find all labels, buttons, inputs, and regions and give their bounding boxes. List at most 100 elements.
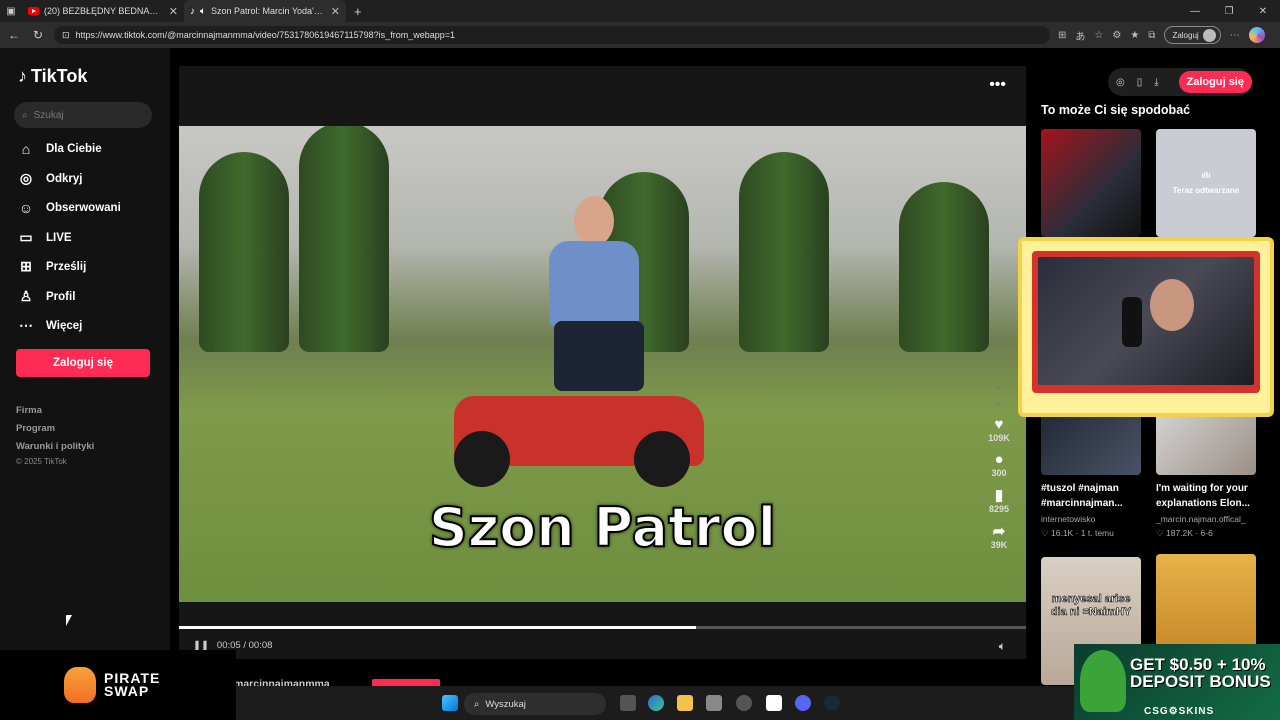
chevron-up-icon[interactable]: ⌃ [982, 386, 1016, 397]
tiktok-sidebar: ♪ TikTok ⌕ Szukaj ⌂ Dla Ciebie ◎ Odkryj … [0, 48, 170, 650]
app-icon[interactable] [736, 695, 752, 711]
speaker-icon[interactable]: 🔈︎ [200, 6, 206, 17]
video-card-caption[interactable]: #tuszol #najman #marcinnajman... [1041, 481, 1149, 511]
close-icon[interactable]: ✕ [331, 5, 340, 18]
footer-link-terms[interactable]: Warunki i polityki [16, 441, 94, 452]
webcam-frame [1032, 251, 1260, 393]
tiktok-icon: ♪ [190, 5, 195, 17]
recommended-video-thumbnail[interactable] [1041, 129, 1141, 237]
close-icon[interactable]: ✕ [169, 5, 178, 18]
upload-icon: ⊞ [20, 258, 32, 274]
lawn-mower [444, 196, 704, 496]
video-card-author[interactable]: internetowisko [1041, 514, 1151, 524]
pirateswap-text: PIRATE SWAP [104, 671, 160, 699]
favorites-icon[interactable]: ★ [1130, 30, 1139, 41]
footer-link-company[interactable]: Firma [16, 405, 42, 416]
wheel [634, 431, 690, 487]
edge-icon[interactable] [648, 695, 664, 711]
windows-start-icon[interactable] [442, 695, 458, 711]
tree [739, 152, 829, 352]
footer-link-program[interactable]: Program [16, 423, 55, 434]
save-count: 8295 [988, 504, 1010, 514]
now-playing-thumbnail[interactable]: ıllı Teraz odtwarzane [1156, 129, 1256, 237]
capcut-icon[interactable] [766, 695, 782, 711]
explore-icon[interactable]: ◎ [1116, 77, 1125, 88]
store-icon[interactable] [706, 695, 722, 711]
discord-icon[interactable] [795, 695, 811, 711]
minimize-icon[interactable]: — [1178, 6, 1212, 17]
bookmark-icon[interactable]: ▮ [982, 486, 1016, 504]
extensions-icon[interactable]: ⚙ [1112, 30, 1121, 41]
now-playing-label: Teraz odtwarzane [1172, 186, 1240, 195]
collections-icon[interactable]: ⧉ [1148, 30, 1155, 41]
copilot-icon[interactable] [1248, 27, 1265, 43]
refresh-icon[interactable]: ↻ [30, 28, 46, 42]
mascot-icon [1080, 650, 1126, 712]
sidebar-item-label: Obserwowani [46, 202, 121, 214]
shirt [549, 241, 639, 326]
video-frame[interactable]: Szon Patrol [179, 126, 1026, 602]
taskbar-search-placeholder: Wyszukaj [485, 698, 526, 710]
sidebar-item-more[interactable]: ⋯ Więcej [18, 317, 82, 334]
sidebar-item-label: Dla Ciebie [46, 143, 102, 155]
tree [199, 152, 289, 352]
video-player[interactable]: ••• Szon Patrol ⌃ ⌄ ♥ 109K ● 300 ▮ 8295 … [179, 66, 1026, 659]
chevron-down-icon[interactable]: ⌄ [982, 397, 1016, 408]
sidebar-item-for-you[interactable]: ⌂ Dla Ciebie [18, 141, 102, 157]
rider [534, 196, 654, 396]
video-progress-bar[interactable] [179, 626, 1026, 629]
file-explorer-icon[interactable] [677, 695, 693, 711]
volume-icon[interactable]: 🔈︎ [999, 639, 1006, 654]
taskbar-search-input[interactable]: ⌕ Wyszukaj [464, 693, 606, 715]
site-info-icon[interactable]: ⊡ [62, 30, 70, 41]
thumbnail-text: menyesal arise dia ni =NaimHY [1050, 593, 1132, 619]
tab-tiktok[interactable]: ♪ 🔈︎ Szon Patrol: Marcin Yoda's U ✕ [184, 0, 346, 22]
close-window-icon[interactable]: ✕ [1246, 6, 1280, 17]
tiktok-logo[interactable]: ♪ TikTok [18, 66, 87, 87]
pants [554, 321, 644, 391]
sidebar-item-label: Więcej [46, 319, 83, 332]
more-options-icon[interactable]: ••• [989, 76, 1006, 94]
sidebar-item-live[interactable]: ▭ LIVE [18, 229, 71, 246]
video-card-author[interactable]: _marcin.najman.offical_ [1156, 514, 1266, 524]
profile-login-button[interactable]: Zaloguj [1164, 26, 1221, 44]
device-icon[interactable]: ▯ [1137, 77, 1143, 88]
sidebar-item-explore[interactable]: ◎ Odkryj [18, 170, 83, 187]
swap-line: SWAP [104, 683, 150, 699]
streamer-webcam-overlay [1018, 237, 1274, 417]
recommendations-title: To może Ci się spodobać [1041, 103, 1191, 117]
share-icon[interactable]: ➦ [982, 522, 1016, 540]
settings-more-icon[interactable]: ⋯ [1230, 30, 1240, 41]
steam-icon[interactable] [824, 695, 840, 711]
heart-icon[interactable]: ♥ [982, 416, 1016, 433]
video-card-caption[interactable]: I'm waiting for your explanations Elon..… [1156, 481, 1264, 511]
login-button[interactable]: Zaloguj się [16, 349, 150, 377]
sidebar-item-following[interactable]: ☺ Obserwowani [18, 200, 121, 216]
tree [899, 182, 989, 352]
translate-icon[interactable]: あ [1075, 28, 1085, 43]
favorite-icon[interactable]: ☆ [1094, 30, 1103, 41]
more-icon: ⋯ [19, 317, 33, 333]
back-icon[interactable]: ← [6, 28, 22, 42]
tiktok-logo-icon: ♪ [18, 66, 27, 86]
like-count: 109K [988, 433, 1010, 443]
streamer-face [1150, 279, 1194, 331]
video-card-age: 6-6 [1200, 528, 1213, 538]
apps-icon[interactable]: ⊞ [1058, 30, 1066, 41]
recommended-video-thumbnail[interactable] [1156, 554, 1256, 649]
window-menu-icon[interactable]: ▣ [0, 0, 22, 22]
promo-brand: CSG⚙SKINS [1144, 706, 1215, 717]
task-view-icon[interactable] [620, 695, 636, 711]
csgoskins-promo-banner[interactable]: GET $0.50 + 10% DEPOSIT BONUS CSG⚙SKINS [1074, 644, 1280, 720]
sidebar-item-profile[interactable]: ♙ Profil [18, 288, 76, 305]
promo-line: DEPOSIT BONUS [1130, 672, 1271, 691]
login-button-top[interactable]: Zaloguj się [1178, 71, 1252, 93]
restore-icon[interactable]: ❐ [1212, 6, 1246, 17]
new-tab-button[interactable]: + [346, 4, 370, 19]
search-input[interactable]: ⌕ Szukaj [14, 102, 152, 128]
tab-youtube[interactable]: (20) BEZBŁĘDNY BEDNAREK, USP ✕ [22, 0, 184, 22]
url-field[interactable]: ⊡ https://www.tiktok.com/@marcinnajmanmm… [54, 26, 1050, 44]
comment-icon[interactable]: ● [982, 451, 1016, 468]
download-icon[interactable]: ⤓ [1154, 77, 1158, 88]
sidebar-item-upload[interactable]: ⊞ Prześlij [18, 258, 86, 275]
